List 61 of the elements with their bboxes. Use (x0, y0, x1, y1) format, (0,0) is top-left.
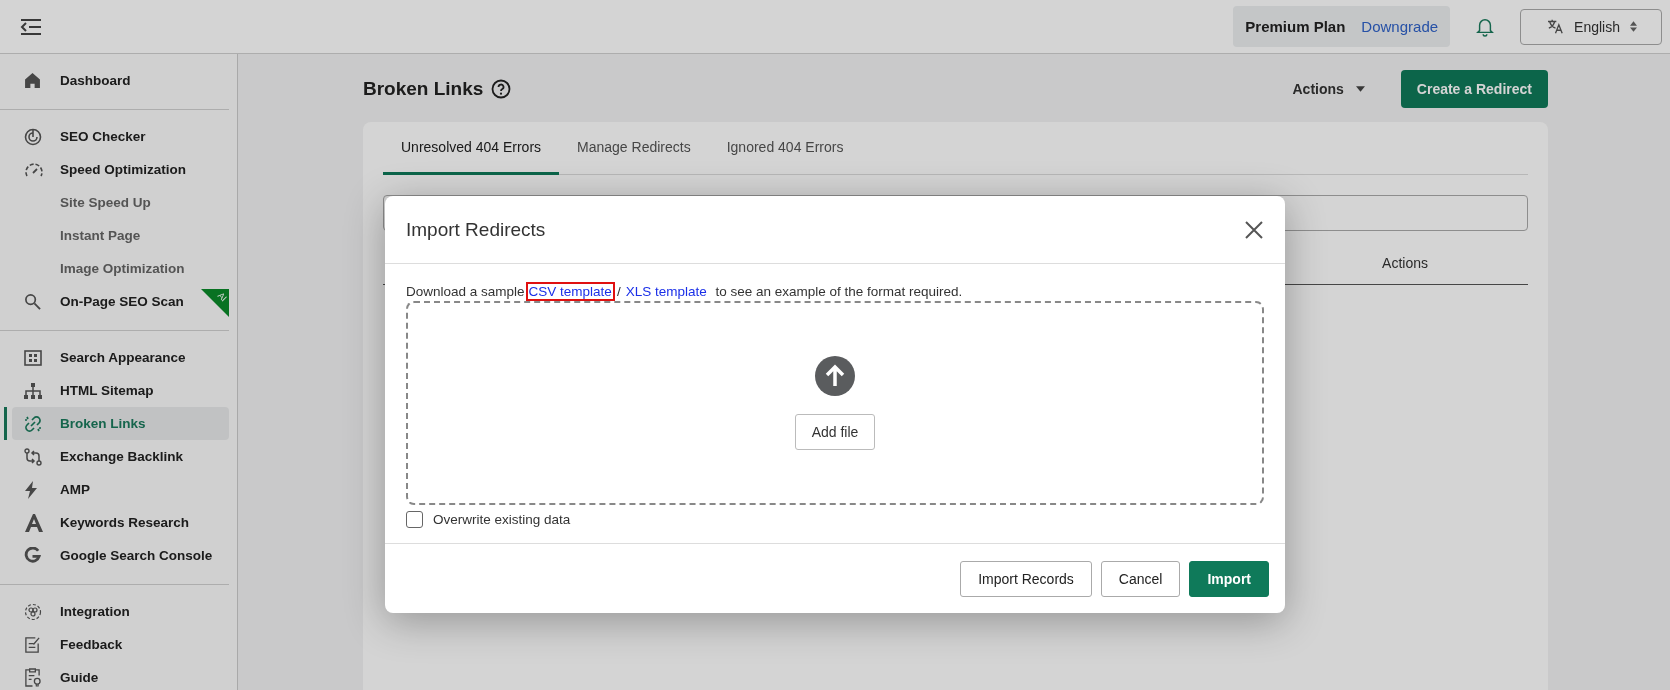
checkbox-label: Overwrite existing data (433, 512, 571, 527)
exchange-arrows-icon (24, 447, 42, 466)
tab[interactable]: Manage Redirects (559, 122, 709, 175)
target-icon (24, 127, 42, 146)
feedback-form-icon (24, 636, 41, 653)
sidebar-item[interactable]: Google Search Console (12, 539, 229, 572)
integration-icon (24, 602, 42, 621)
sitemap-icon (24, 382, 42, 399)
home-icon (24, 72, 41, 89)
broken-link-icon (24, 414, 42, 433)
add-file-button[interactable]: Add file (794, 414, 876, 450)
grid-layout-icon (24, 349, 42, 366)
template-link[interactable]: CSV template (527, 284, 613, 299)
sidebar-item[interactable]: Dashboard (12, 64, 229, 97)
template-link[interactable]: XLS template (624, 284, 708, 299)
dialog-title: Import Redirects (406, 218, 546, 241)
bell-icon[interactable] (1476, 16, 1495, 37)
sort-caret-icon (1630, 21, 1637, 32)
clipboard-bulb-icon (24, 668, 41, 687)
sidebar-subitem[interactable]: Site Speed Up (12, 186, 229, 219)
lightning-icon (24, 480, 38, 499)
plan-name: Premium Plan (1245, 18, 1346, 35)
upload-icon (815, 356, 855, 396)
sidebar-item[interactable]: Keywords Research (12, 506, 229, 539)
downgrade-link[interactable]: Downgrade (1361, 18, 1439, 35)
ai-badge: AI (201, 289, 229, 317)
help-icon[interactable] (491, 79, 512, 99)
separator-text: / (616, 284, 621, 299)
language-select[interactable]: English (1520, 8, 1662, 45)
close-icon[interactable] (1245, 220, 1263, 239)
sidebar-item[interactable]: Speed Optimization (12, 153, 229, 186)
tab[interactable]: Ignored 404 Errors (708, 122, 862, 175)
actions-dropdown[interactable]: Actions (1286, 80, 1371, 98)
menu-collapse-icon[interactable] (20, 17, 42, 36)
instructions-text: Download a sample CSV template / XLS template to see an example of the format required. (406, 284, 964, 299)
checkbox[interactable] (406, 511, 423, 528)
sidebar-item[interactable]: Guide (12, 661, 229, 690)
sidebar-item[interactable]: Exchange Backlink (12, 440, 229, 473)
tab[interactable]: Unresolved 404 Errors (383, 122, 560, 175)
sidebar-item[interactable]: On-Page SEO Scan AI (12, 285, 229, 318)
create-redirect-button[interactable]: Create a Redirect (1400, 70, 1548, 108)
sidebar-subitem[interactable]: Image Optimization (12, 252, 229, 285)
gauge-icon (24, 161, 44, 178)
page-title: Broken Links (363, 78, 484, 100)
g-logo-icon (24, 547, 41, 564)
file-drop-zone[interactable]: Add file (406, 301, 1264, 505)
dialog-button[interactable]: Import Records (960, 561, 1092, 597)
sidebar-item[interactable]: SEO Checker (12, 120, 229, 153)
sidebar-item[interactable]: Feedback (12, 628, 229, 661)
sidebar-item[interactable]: Integration (12, 595, 229, 628)
column-header: Actions (1382, 254, 1428, 271)
sidebar-item[interactable]: Search Appearance (12, 341, 229, 374)
letter-icon (24, 512, 44, 533)
sidebar-subitem[interactable]: Instant Page (12, 219, 229, 252)
translate-icon (1547, 19, 1565, 34)
sidebar-item[interactable]: AMP (12, 473, 229, 506)
sidebar-item[interactable]: HTML Sitemap (12, 374, 229, 407)
caret-icon (1355, 86, 1365, 92)
search-icon (24, 293, 41, 310)
dialog-button[interactable]: Import (1189, 561, 1269, 597)
dialog-button[interactable]: Cancel (1100, 561, 1181, 597)
